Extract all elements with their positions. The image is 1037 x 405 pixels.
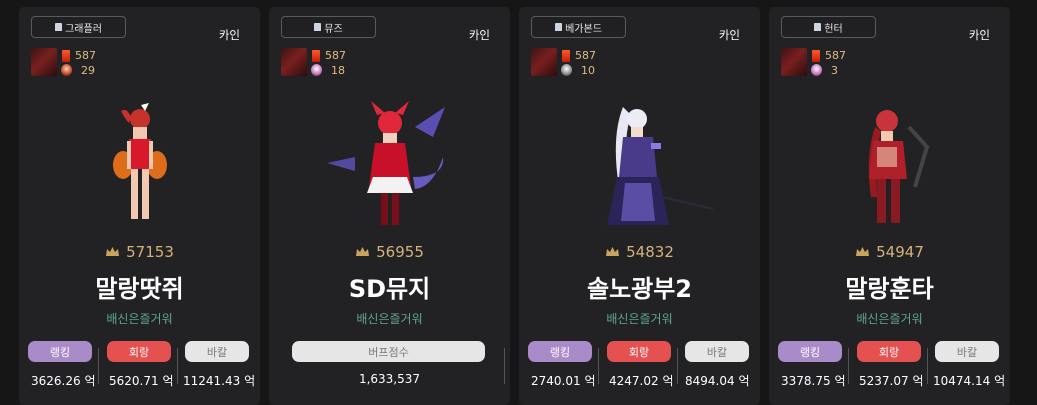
level-icon (811, 64, 822, 76)
crown-icon (606, 247, 620, 256)
level-value: 18 (331, 64, 345, 77)
character-card-3[interactable]: 베가본드 카인 587 10 54832 솔노광부2 배신은즐거워 랭킹 회랑 … (519, 7, 760, 405)
server-label: 카인 (968, 28, 990, 42)
buff-score-button[interactable]: 버프점수 (292, 341, 485, 362)
job-tag[interactable]: 베가본드 (531, 16, 626, 38)
character-icon (55, 23, 63, 31)
server-label: 카인 (718, 28, 740, 42)
bakal-value: 8494.04 억 (685, 374, 750, 388)
character-card-4[interactable]: 헌터 카인 587 3 54947 말랑훈타 배신은즐거워 랭킹 회랑 바칼 3… (769, 7, 1010, 405)
fame-value: 587 (825, 49, 846, 62)
level-value: 10 (581, 64, 595, 77)
ranking-button[interactable]: 랭킹 (28, 341, 92, 362)
corridor-button[interactable]: 회랑 (107, 341, 171, 362)
level-icon (61, 64, 72, 76)
job-label: 헌터 (824, 23, 843, 35)
fame-value: 587 (575, 49, 596, 62)
score-row: 54947 (769, 243, 1010, 261)
guild-name[interactable]: 배신은즐거워 (519, 310, 760, 327)
corridor-button[interactable]: 회랑 (607, 341, 671, 362)
job-tag[interactable]: 헌터 (781, 16, 876, 38)
server-label: 카인 (468, 28, 490, 42)
character-image (606, 107, 713, 225)
bakal-button[interactable]: 바칼 (685, 341, 749, 362)
score-value: 57153 (126, 243, 174, 261)
adventure-avatar (531, 48, 557, 76)
job-tag[interactable]: 뮤즈 (281, 16, 376, 38)
score-value: 54947 (876, 243, 924, 261)
divider (848, 348, 849, 384)
level-icon (311, 64, 322, 76)
fame-value: 587 (325, 49, 346, 62)
server-label: 카인 (218, 28, 240, 42)
bakal-button[interactable]: 바칼 (935, 341, 999, 362)
character-name[interactable]: 솔노광부2 (519, 269, 760, 304)
adventure-avatar (31, 48, 57, 76)
bakal-value: 11241.43 억 (183, 374, 256, 388)
corridor-value: 5237.07 억 (859, 374, 924, 388)
corridor-button[interactable]: 회랑 (857, 341, 921, 362)
level-icon (561, 64, 572, 76)
character-image (326, 101, 445, 225)
divider (927, 348, 928, 384)
fame-value: 587 (75, 49, 96, 62)
ranking-button[interactable]: 랭킹 (778, 341, 842, 362)
ranking-value: 2740.01 억 (531, 374, 596, 388)
job-tag[interactable]: 그래플러 (31, 16, 126, 38)
guild-name[interactable]: 배신은즐거워 (19, 310, 260, 327)
fame-icon (312, 50, 320, 62)
character-name[interactable]: 말랑훈타 (769, 269, 1010, 304)
job-label: 그래플러 (65, 23, 102, 35)
guild-name[interactable]: 배신은즐거워 (269, 310, 510, 327)
score-row: 56955 (269, 243, 510, 261)
divider (677, 348, 678, 384)
character-name[interactable]: SD뮤지 (269, 269, 510, 304)
corridor-value: 5620.71 억 (109, 374, 174, 388)
score-value: 56955 (376, 243, 424, 261)
character-card-2[interactable]: 뮤즈 카인 587 18 56955 SD뮤지 배신은즐거워 버프점수 1,63… (269, 7, 510, 405)
bakal-value: 10474.14 억 (933, 374, 1006, 388)
character-image (112, 103, 167, 219)
character-name[interactable]: 말랑땃쥐 (19, 269, 260, 304)
crown-icon (106, 247, 120, 256)
ranking-button[interactable]: 랭킹 (528, 341, 592, 362)
divider (98, 348, 99, 384)
divider (504, 348, 505, 384)
corridor-value: 4247.02 억 (609, 374, 674, 388)
fame-icon (62, 50, 70, 62)
fame-icon (812, 50, 820, 62)
crown-icon (356, 247, 370, 256)
character-image (868, 110, 929, 223)
bakal-button[interactable]: 바칼 (185, 341, 249, 362)
job-label: 뮤즈 (324, 23, 343, 35)
divider (598, 348, 599, 384)
buff-score-value: 1,633,537 (358, 372, 421, 386)
score-row: 54832 (519, 243, 760, 261)
character-icon (814, 23, 822, 31)
score-value: 54832 (626, 243, 674, 261)
ranking-value: 3378.75 억 (781, 374, 846, 388)
level-value: 3 (831, 64, 838, 77)
adventure-avatar (781, 48, 807, 76)
divider (177, 348, 178, 384)
character-icon (555, 23, 563, 31)
fame-icon (562, 50, 570, 62)
adventure-avatar (281, 48, 307, 76)
score-row: 57153 (19, 243, 260, 261)
character-card-1[interactable]: 그래플러 카인 587 29 57153 말랑땃쥐 배신은즐거워 랭킹 회랑 바… (19, 7, 260, 405)
job-label: 베가본드 (565, 23, 602, 35)
guild-name[interactable]: 배신은즐거워 (769, 310, 1010, 327)
character-icon (314, 23, 322, 31)
level-value: 29 (81, 64, 95, 77)
crown-icon (856, 247, 870, 256)
ranking-value: 3626.26 억 (31, 374, 96, 388)
